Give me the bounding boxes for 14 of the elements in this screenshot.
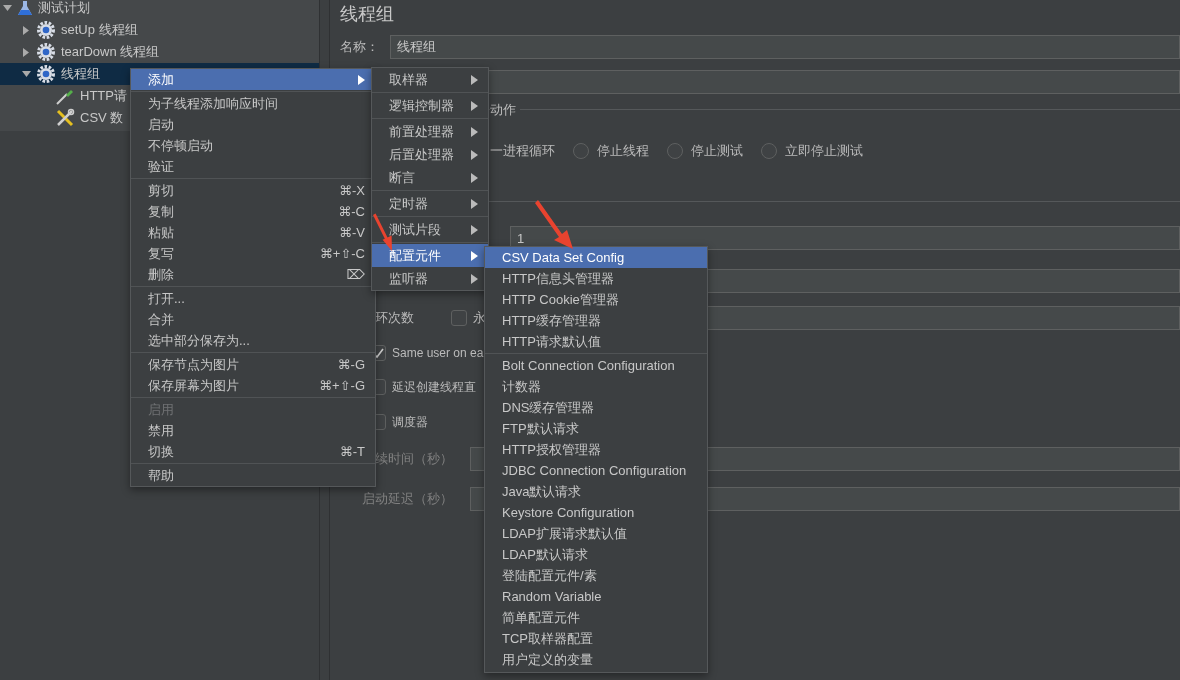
field-label: 启动延迟（秒） [362,490,454,508]
field-label: 续时间（秒） [375,450,454,468]
field-label: 环次数 [375,309,415,327]
radio-label: 停止测试 [691,142,743,160]
checkbox-label: 永 [473,309,486,327]
panel-title: 线程组 [340,3,394,26]
checkbox-label: 延迟创建线程直 [392,378,476,396]
radio-label: 停止线程 [597,142,649,160]
checkbox-label: Same user on ea [392,346,484,360]
group-title: 动作 [490,101,520,119]
radio-label: 一进程循环 [490,142,555,160]
radio-label: 立即停止测试 [785,142,863,160]
field-label: 名称： [340,38,380,56]
checkbox-label: 调度器 [392,413,428,431]
